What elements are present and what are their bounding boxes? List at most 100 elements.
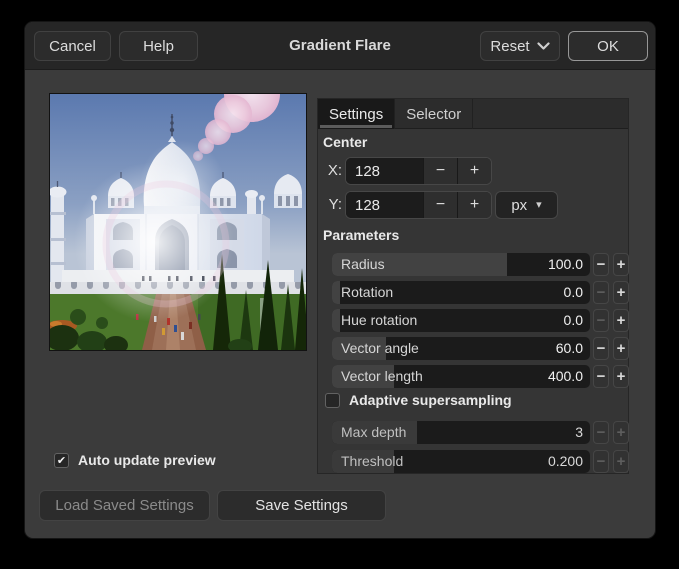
gradient-flare-dialog: Gradient Flare Cancel Help Reset OK [24, 21, 656, 539]
chevron-down-icon: ▾ [536, 200, 542, 211]
cancel-button-label: Cancel [49, 38, 96, 55]
threshold-decrement-button: − [593, 450, 609, 473]
y-decrement-button[interactable]: − [423, 192, 457, 218]
help-button[interactable]: Help [119, 31, 198, 61]
max-depth-increment-button: + [613, 421, 629, 444]
plus-icon: + [617, 340, 626, 357]
minus-icon: − [436, 162, 445, 180]
x-input[interactable] [346, 158, 423, 184]
rotation-increment-button[interactable]: + [613, 281, 629, 304]
help-button-label: Help [143, 38, 174, 55]
x-decrement-button[interactable]: − [423, 158, 457, 184]
minus-icon: − [436, 196, 445, 214]
minus-icon: − [597, 256, 606, 273]
slider-value: 400.0 [548, 365, 583, 388]
slider-value: 0.0 [564, 309, 583, 332]
slider-threshold: Threshold 0.200 − + [332, 450, 630, 473]
vector-length-decrement-button[interactable]: − [593, 365, 609, 388]
plus-icon: + [470, 196, 479, 214]
slider-value: 3 [575, 421, 583, 444]
auto-update-preview-checkbox-row[interactable]: ✔ Auto update preview [54, 452, 216, 468]
vector-length-increment-button[interactable]: + [613, 365, 629, 388]
slider-label: Vector length [341, 365, 423, 388]
chevron-down-icon [537, 42, 550, 51]
slider-max-depth: Max depth 3 − + [332, 421, 630, 444]
minus-icon: − [597, 312, 606, 329]
cancel-button[interactable]: Cancel [34, 31, 111, 61]
x-increment-button[interactable]: + [457, 158, 491, 184]
hue-rotation-decrement-button: − [593, 309, 609, 332]
ok-button-label: OK [597, 38, 619, 55]
settings-notebook: Settings Selector Center X: − + Y: − + [317, 98, 629, 474]
slider-label: Hue rotation [341, 309, 417, 332]
ok-button[interactable]: OK [568, 31, 648, 61]
unit-dropdown[interactable]: px ▾ [495, 191, 558, 219]
tab-selector[interactable]: Selector [395, 99, 473, 129]
y-increment-button[interactable]: + [457, 192, 491, 218]
titlebar: Gradient Flare Cancel Help Reset OK [25, 22, 655, 70]
vector-angle-increment-button[interactable]: + [613, 337, 629, 360]
plus-icon: + [470, 162, 479, 180]
save-settings-button[interactable]: Save Settings [217, 490, 386, 521]
slider-vector-length-track[interactable]: Vector length 400.0 [332, 365, 590, 388]
slider-max-depth-track: Max depth 3 [332, 421, 590, 444]
slider-hue-rotation: Hue rotation 0.0 − + [332, 309, 630, 332]
slider-label: Max depth [341, 421, 406, 444]
x-label: X: [318, 162, 342, 179]
y-label: Y: [318, 196, 342, 213]
plus-icon: + [617, 368, 626, 385]
y-input[interactable] [346, 192, 423, 218]
slider-rotation-track[interactable]: Rotation 0.0 [332, 281, 590, 304]
hue-rotation-increment-button[interactable]: + [613, 309, 629, 332]
parameters-heading: Parameters [323, 227, 399, 243]
x-spinbox: − + [345, 157, 492, 185]
slider-threshold-track: Threshold 0.200 [332, 450, 590, 473]
slider-label: Threshold [341, 450, 403, 473]
radius-decrement-button[interactable]: − [593, 253, 609, 276]
load-saved-settings-button: Load Saved Settings [39, 490, 210, 521]
max-depth-decrement-button: − [593, 421, 609, 444]
auto-update-preview-checkbox[interactable]: ✔ [54, 453, 69, 468]
slider-value: 0.0 [564, 281, 583, 304]
adaptive-supersampling-checkbox-row[interactable]: Adaptive supersampling [325, 392, 512, 408]
slider-rotation: Rotation 0.0 − + [332, 281, 630, 304]
save-settings-label: Save Settings [255, 497, 348, 514]
plus-icon: + [617, 284, 626, 301]
slider-hue-rotation-track[interactable]: Hue rotation 0.0 [332, 309, 590, 332]
tab-settings-label: Settings [329, 106, 383, 123]
unit-value: px [511, 197, 527, 214]
radius-increment-button[interactable]: + [613, 253, 629, 276]
y-spinbox: − + [345, 191, 492, 219]
preview-image [50, 94, 306, 350]
minus-icon: − [597, 453, 606, 470]
rotation-decrement-button: − [593, 281, 609, 304]
preview-area[interactable] [49, 93, 307, 351]
slider-label: Vector angle [341, 337, 419, 360]
plus-icon: + [617, 256, 626, 273]
tab-selector-label: Selector [406, 106, 461, 123]
center-x-row: X: − + [318, 157, 630, 185]
slider-vector-length: Vector length 400.0 − + [332, 365, 630, 388]
center-heading: Center [323, 134, 367, 150]
minus-icon: − [597, 284, 606, 301]
load-saved-settings-label: Load Saved Settings [55, 497, 193, 514]
auto-update-preview-label: Auto update preview [78, 452, 216, 468]
adaptive-supersampling-label: Adaptive supersampling [349, 392, 512, 408]
plus-icon: + [617, 453, 626, 470]
tabbar: Settings Selector [318, 99, 628, 129]
slider-vector-angle: Vector angle 60.0 − + [332, 337, 630, 360]
slider-value: 0.200 [548, 450, 583, 473]
slider-radius-track[interactable]: Radius 100.0 [332, 253, 590, 276]
check-icon: ✔ [57, 454, 66, 467]
reset-dropdown-button[interactable]: Reset [480, 31, 560, 61]
plus-icon: + [617, 312, 626, 329]
center-y-row: Y: − + [318, 191, 630, 219]
vector-angle-decrement-button[interactable]: − [593, 337, 609, 360]
slider-value: 60.0 [556, 337, 583, 360]
plus-icon: + [617, 424, 626, 441]
slider-value: 100.0 [548, 253, 583, 276]
minus-icon: − [597, 368, 606, 385]
slider-vector-angle-track[interactable]: Vector angle 60.0 [332, 337, 590, 360]
tab-settings[interactable]: Settings [318, 99, 395, 129]
adaptive-supersampling-checkbox[interactable] [325, 393, 340, 408]
